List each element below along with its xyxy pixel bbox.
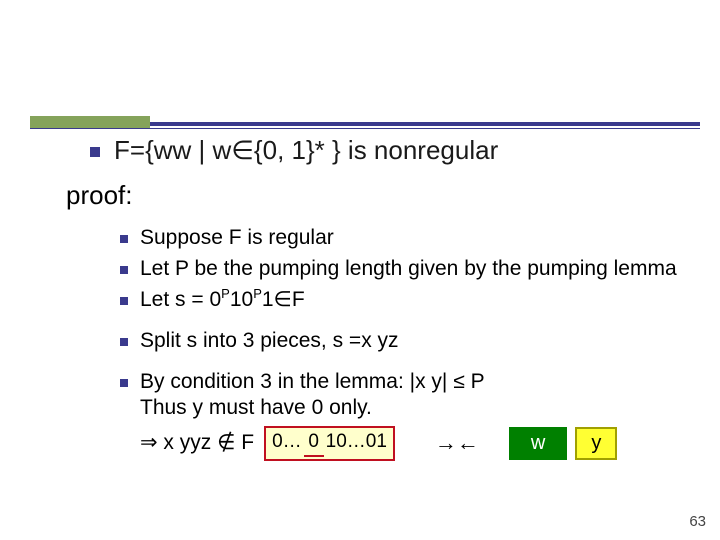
list-item: Let s = 0P10P1∈F <box>120 287 700 314</box>
proof-list: Suppose F is regular Let P be the pumpin… <box>120 225 700 465</box>
bullet-square-icon <box>120 266 128 274</box>
list-item: Split s into 3 pieces, s =x yz <box>120 328 700 355</box>
conclusion-prefix: ⇒ x yyz ∉ F <box>140 430 254 457</box>
list-item: Suppose F is regular <box>120 225 700 252</box>
y-segment: 0 <box>304 430 324 456</box>
spacer <box>120 359 700 369</box>
chip-w: w <box>509 427 567 461</box>
item-text: Let P be the pumping length given by the… <box>140 256 700 283</box>
item-text: Suppose F is regular <box>140 225 700 252</box>
contradiction-arrows: →← <box>435 429 479 457</box>
main-bullet: F={ww | w∈{0, 1}* } is nonregular <box>90 135 498 166</box>
item-text: By condition 3 in the lemma: |x y| ≤ P T… <box>140 369 700 461</box>
title-accent <box>30 116 150 128</box>
string-box: 0…010…01 <box>264 426 395 460</box>
bullet-square-icon <box>120 235 128 243</box>
item-text: Split s into 3 pieces, s =x yz <box>140 328 700 355</box>
conclusion-row: ⇒ x yyz ∉ F 0…010…01 →← w y <box>140 426 700 460</box>
spacer <box>120 318 700 328</box>
string-right: 10…01 <box>326 431 387 452</box>
slide: F={ww | w∈{0, 1}* } is nonregular proof:… <box>0 0 720 540</box>
bullet-square-icon <box>120 379 128 387</box>
page-number: 63 <box>689 513 706 530</box>
thus-line: Thus y must have 0 only. <box>140 396 372 419</box>
title-text: F={ww | w∈{0, 1}* } is nonregular <box>114 135 498 166</box>
list-item: Let P be the pumping length given by the… <box>120 256 700 283</box>
bullet-square-icon <box>120 338 128 346</box>
proof-label: proof: <box>66 180 133 211</box>
title-rule-thin <box>30 128 700 129</box>
item-text: Let s = 0P10P1∈F <box>140 287 700 314</box>
bullet-square-icon <box>90 147 100 157</box>
condition-line: By condition 3 in the lemma: |x y| ≤ P <box>140 370 485 393</box>
bullet-square-icon <box>120 297 128 305</box>
item-text-raw: Let s = 0P10P1∈F <box>140 288 305 311</box>
string-left: 0… <box>272 431 302 452</box>
list-item: By condition 3 in the lemma: |x y| ≤ P T… <box>120 369 700 461</box>
chip-y: y <box>575 427 617 461</box>
